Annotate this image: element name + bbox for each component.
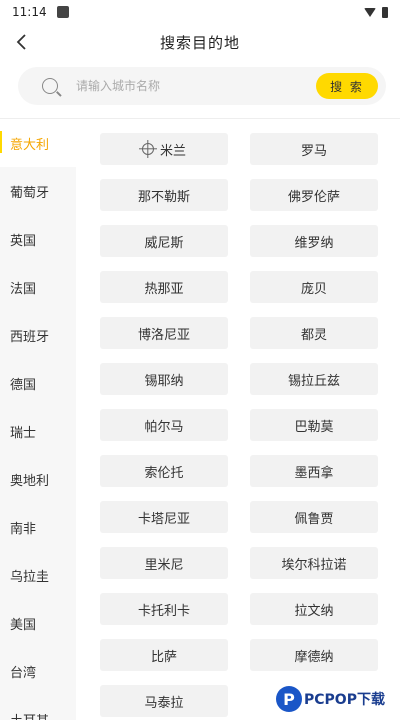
watermark-text: PCPOP下载	[304, 692, 385, 708]
city-label: 里米尼	[144, 557, 184, 573]
city-button[interactable]: 巴勒莫	[250, 409, 378, 441]
city-label: 维罗纳	[294, 235, 334, 251]
city-label: 佛罗伦萨	[287, 189, 340, 205]
sidebar-item-country[interactable]: 葡萄牙	[0, 167, 76, 215]
city-label: 庞贝	[300, 281, 327, 297]
city-button[interactable]: 拉文纳	[250, 593, 378, 625]
sidebar-item-country[interactable]: 英国	[0, 215, 76, 263]
city-button[interactable]: 米兰	[100, 133, 228, 165]
city-button[interactable]: 维罗纳	[250, 225, 378, 257]
search-input[interactable]	[76, 79, 316, 93]
city-button[interactable]: 墨西拿	[250, 455, 378, 487]
city-button[interactable]: 索伦托	[100, 455, 228, 487]
city-label: 卡托利卡	[137, 603, 190, 619]
city-label: 摩德纳	[294, 649, 334, 665]
city-label: 罗马	[300, 143, 327, 159]
city-label: 锡拉丘兹	[287, 373, 340, 389]
city-label: 拉文纳	[294, 603, 334, 619]
search-bar: 搜 索	[18, 67, 386, 105]
status-icons	[364, 6, 388, 18]
city-label: 帕尔马	[144, 419, 184, 435]
back-button[interactable]	[8, 28, 36, 56]
city-button[interactable]: 摩德纳	[250, 639, 378, 671]
city-button[interactable]: 都灵	[250, 317, 378, 349]
city-label: 卡塔尼亚	[137, 511, 190, 527]
city-button[interactable]: 里米尼	[100, 547, 228, 579]
sidebar-item-country[interactable]: 土耳其	[0, 695, 76, 720]
battery-icon	[382, 6, 388, 18]
sidebar-item-country[interactable]: 法国	[0, 263, 76, 311]
country-sidebar: 意大利葡萄牙英国法国西班牙德国瑞士奥地利南非乌拉圭美国台湾土耳其	[0, 119, 76, 720]
search-icon	[42, 78, 58, 94]
sidebar-item-country[interactable]: 乌拉圭	[0, 551, 76, 599]
city-button[interactable]: 佛罗伦萨	[250, 179, 378, 211]
city-label: 佩鲁贾	[294, 511, 334, 527]
city-label: 热那亚	[144, 281, 184, 297]
status-bar: 11:14	[0, 0, 400, 24]
sidebar-item-country[interactable]: 南非	[0, 503, 76, 551]
city-grid: 米兰 罗马那不勒斯 佛罗伦萨威尼斯 维罗纳热那亚 庞贝博洛尼亚 都灵锡耶纳 锡拉丘兹帕尔马 巴…	[100, 133, 378, 717]
sidebar-item-country[interactable]: 台湾	[0, 647, 76, 695]
city-label: 巴勒莫	[294, 419, 334, 435]
watermark: P PCPOP下载	[276, 683, 385, 715]
city-button[interactable]: 埃尔科拉诺	[250, 547, 378, 579]
city-label: 墨西拿	[294, 465, 334, 481]
city-label: 博洛尼亚	[137, 327, 190, 343]
city-label: 都灵	[300, 327, 327, 343]
search-button[interactable]: 搜 索	[316, 73, 378, 99]
city-button[interactable]: 锡拉丘兹	[250, 363, 378, 395]
city-label: 比萨	[150, 649, 177, 665]
city-button[interactable]: 威尼斯	[100, 225, 228, 257]
sidebar-item-country[interactable]: 西班牙	[0, 311, 76, 359]
sidebar-item-country[interactable]: 德国	[0, 359, 76, 407]
sidebar-item-country[interactable]: 瑞士	[0, 407, 76, 455]
city-label: 锡耶纳	[144, 373, 184, 389]
sidebar-item-country[interactable]: 意大利	[0, 119, 76, 167]
city-button[interactable]: 庞贝	[250, 271, 378, 303]
city-button[interactable]: 佩鲁贾	[250, 501, 378, 533]
city-button[interactable]: 锡耶纳	[100, 363, 228, 395]
city-button[interactable]: 罗马	[250, 133, 378, 165]
page-title: 搜索目的地	[159, 33, 240, 52]
chevron-left-icon	[16, 34, 26, 50]
header: 搜索目的地	[0, 24, 400, 60]
city-button[interactable]: 博洛尼亚	[100, 317, 228, 349]
sidebar-item-country[interactable]: 美国	[0, 599, 76, 647]
city-label: 米兰	[159, 143, 186, 159]
sidebar-item-country[interactable]: 奥地利	[0, 455, 76, 503]
city-button[interactable]: 热那亚	[100, 271, 228, 303]
city-button[interactable]: 马泰拉	[100, 685, 228, 717]
notification-icon	[56, 6, 69, 18]
wifi-icon	[364, 7, 376, 17]
city-label: 威尼斯	[144, 235, 184, 251]
city-button[interactable]: 帕尔马	[100, 409, 228, 441]
city-button[interactable]: 卡托利卡	[100, 593, 228, 625]
locate-icon	[141, 143, 154, 155]
city-label: 马泰拉	[144, 695, 184, 711]
city-label: 那不勒斯	[137, 189, 190, 205]
status-time: 11:14	[12, 5, 47, 19]
city-label: 索伦托	[144, 465, 184, 481]
city-button[interactable]: 卡塔尼亚	[100, 501, 228, 533]
city-label: 埃尔科拉诺	[281, 557, 347, 573]
watermark-logo: P	[276, 686, 302, 712]
city-button[interactable]: 那不勒斯	[100, 179, 228, 211]
city-button[interactable]: 比萨	[100, 639, 228, 671]
